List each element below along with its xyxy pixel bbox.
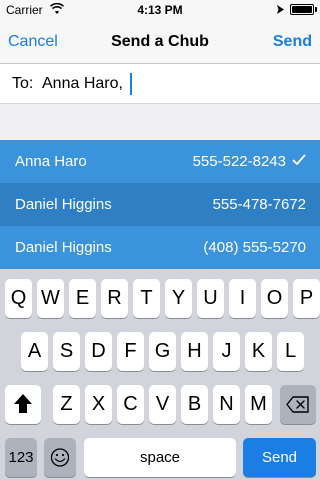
key-s[interactable]: S bbox=[53, 332, 80, 371]
emoji-key[interactable] bbox=[44, 438, 76, 477]
contact-name: Daniel Higgins bbox=[15, 196, 112, 213]
backspace-key[interactable] bbox=[280, 385, 316, 424]
space-key[interactable]: space bbox=[84, 438, 236, 477]
key-k[interactable]: K bbox=[245, 332, 272, 371]
contact-name: Anna Haro bbox=[15, 153, 87, 170]
key-i[interactable]: I bbox=[229, 279, 256, 318]
recipient-field[interactable]: To: Anna Haro, bbox=[0, 64, 320, 104]
key-u[interactable]: U bbox=[197, 279, 224, 318]
key-h[interactable]: H bbox=[181, 332, 208, 371]
contact-name: Daniel Higgins bbox=[15, 239, 112, 256]
contact-phone: 555-478-7672 bbox=[212, 196, 306, 213]
key-n[interactable]: N bbox=[213, 385, 240, 424]
key-b[interactable]: B bbox=[181, 385, 208, 424]
text-cursor bbox=[130, 73, 132, 95]
key-e[interactable]: E bbox=[69, 279, 96, 318]
navigation-bar: Cancel Send a Chub Send bbox=[0, 20, 320, 64]
suggestion-row[interactable]: Daniel Higgins 555-478-7672 bbox=[0, 183, 320, 226]
suggestion-row[interactable]: Anna Haro 555-522-8243 bbox=[0, 140, 320, 183]
contact-phone: (408) 555-5270 bbox=[203, 239, 306, 256]
key-v[interactable]: V bbox=[149, 385, 176, 424]
key-x[interactable]: X bbox=[85, 385, 112, 424]
key-p[interactable]: P bbox=[293, 279, 320, 318]
key-a[interactable]: A bbox=[21, 332, 48, 371]
backspace-icon bbox=[286, 396, 309, 413]
suggestion-row[interactable]: Daniel Higgins (408) 555-5270 bbox=[0, 226, 320, 269]
recipient-input[interactable]: Anna Haro, bbox=[42, 75, 123, 93]
send-button[interactable]: Send bbox=[273, 33, 312, 51]
status-time: 4:13 PM bbox=[137, 3, 183, 17]
keyboard: Q W E R T Y U I O P A S D F G H J K L Z … bbox=[0, 269, 320, 480]
key-j[interactable]: J bbox=[213, 332, 240, 371]
battery-tip bbox=[315, 7, 317, 12]
key-l[interactable]: L bbox=[277, 332, 304, 371]
key-f[interactable]: F bbox=[117, 332, 144, 371]
key-c[interactable]: C bbox=[117, 385, 144, 424]
battery-icon bbox=[290, 4, 314, 15]
numbers-key[interactable]: 123 bbox=[5, 438, 37, 477]
status-bar: Carrier 4:13 PM bbox=[0, 0, 320, 20]
location-arrow-icon bbox=[277, 5, 284, 14]
shift-arrow-icon bbox=[14, 394, 32, 413]
shift-key[interactable] bbox=[5, 385, 41, 424]
contact-suggestions: Anna Haro 555-522-8243 Daniel Higgins 55… bbox=[0, 140, 320, 269]
spacer bbox=[0, 104, 320, 140]
key-w[interactable]: W bbox=[37, 279, 64, 318]
key-m[interactable]: M bbox=[245, 385, 272, 424]
key-z[interactable]: Z bbox=[53, 385, 80, 424]
send-key[interactable]: Send bbox=[243, 438, 316, 477]
key-d[interactable]: D bbox=[85, 332, 112, 371]
key-q[interactable]: Q bbox=[5, 279, 32, 318]
to-label: To: bbox=[12, 75, 34, 92]
key-g[interactable]: G bbox=[149, 332, 176, 371]
emoji-icon bbox=[50, 448, 70, 467]
key-r[interactable]: R bbox=[101, 279, 128, 318]
contact-phone: 555-522-8243 bbox=[192, 153, 286, 170]
key-t[interactable]: T bbox=[133, 279, 160, 318]
key-y[interactable]: Y bbox=[165, 279, 192, 318]
checkmark-icon bbox=[292, 154, 306, 165]
key-o[interactable]: O bbox=[261, 279, 288, 318]
